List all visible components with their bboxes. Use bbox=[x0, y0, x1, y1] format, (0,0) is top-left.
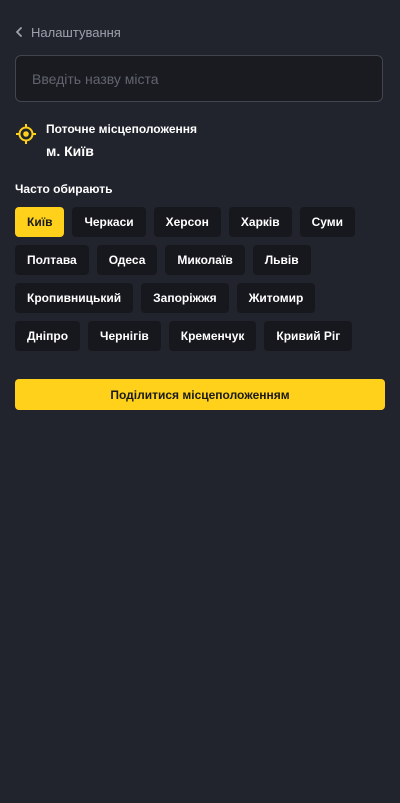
popular-cities-list: Київ Черкаси Херсон Харків Суми Полтава Одеса М… bbox=[15, 207, 385, 359]
city-chip[interactable]: Чернігів bbox=[88, 321, 161, 351]
back-link-label: Налаштування bbox=[31, 24, 121, 40]
city-chip[interactable]: Миколаїв bbox=[165, 245, 245, 275]
city-chip-row: Київ Черкаси Херсон Харків Суми bbox=[15, 207, 385, 237]
city-chip[interactable]: Херсон bbox=[153, 207, 221, 237]
current-location-text: Поточне місцеположення м. Київ bbox=[46, 121, 197, 160]
city-chip[interactable]: Черкаси bbox=[72, 207, 146, 237]
location-target-icon bbox=[15, 123, 37, 150]
current-location: Поточне місцеположення м. Київ bbox=[15, 121, 197, 160]
city-chip-row: Дніпро Чернігів Кременчук Кривий Ріг bbox=[15, 321, 385, 351]
city-chip[interactable]: Полтава bbox=[15, 245, 89, 275]
current-location-label: Поточне місцеположення bbox=[46, 122, 198, 136]
city-search-field[interactable] bbox=[15, 55, 383, 102]
chevron-left-icon bbox=[15, 27, 23, 37]
city-chip-row: Кропивницький Запоріжжя Житомир bbox=[15, 283, 385, 313]
city-search-input[interactable] bbox=[32, 70, 366, 87]
city-chip[interactable]: Кропивницький bbox=[15, 283, 134, 313]
city-chip[interactable]: Запоріжжя bbox=[141, 283, 229, 313]
city-chip[interactable]: Кременчук bbox=[168, 321, 257, 351]
popular-cities-title: Часто обирають bbox=[15, 182, 113, 196]
share-location-button[interactable]: Поділитися місцеположенням bbox=[15, 379, 385, 410]
city-chip[interactable]: Одеса bbox=[96, 245, 158, 275]
city-chip[interactable]: Дніпро bbox=[15, 321, 81, 351]
city-chip[interactable]: Суми bbox=[299, 207, 356, 237]
city-chip[interactable]: Кривий Ріг bbox=[264, 321, 353, 351]
city-chip[interactable]: Житомир bbox=[236, 283, 316, 313]
city-chip[interactable]: Львів bbox=[252, 245, 311, 275]
back-link[interactable]: Налаштування bbox=[15, 22, 121, 42]
city-chip-row: Полтава Одеса Миколаїв Львів bbox=[15, 245, 385, 275]
city-chip[interactable]: Київ bbox=[15, 207, 65, 237]
current-location-city: м. Київ bbox=[46, 143, 94, 159]
city-chip[interactable]: Харків bbox=[228, 207, 292, 237]
